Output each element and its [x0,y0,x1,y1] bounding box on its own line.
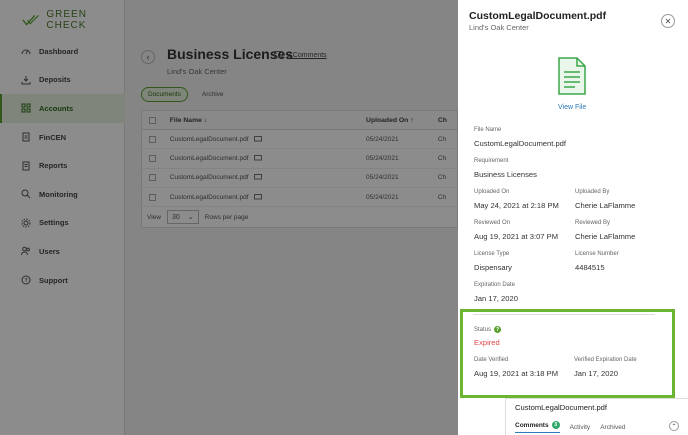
license-number-label: License Number [575,251,619,257]
file-name-value: CustomLegalDocument.pdf [474,139,567,148]
tab-comments[interactable]: Comments 3 [515,421,560,433]
close-icon: ✕ [664,16,672,26]
chevron-up-icon: ⌃ [671,423,677,430]
panel-title: CustomLegalDocument.pdf [469,10,607,22]
reviewed-on-label: Reviewed On [474,220,511,226]
panel-subtitle: Lind's Oak Center [469,23,529,32]
reviewed-on-value: Aug 19, 2021 at 3:07 PM [474,232,559,241]
modal-backdrop[interactable] [0,0,458,435]
subpanel-tabs: Comments 3 Activity Archived [515,421,625,433]
requirement-value: Business Licenses [474,170,537,179]
license-type-label: License Type [474,251,510,257]
expiration-date-label: Expiration Date [474,282,516,288]
highlight-box [460,309,675,398]
close-button[interactable]: ✕ [661,14,675,28]
document-icon[interactable] [555,56,587,96]
license-type-value: Dispensary [474,263,512,272]
tab-archived[interactable]: Archived [600,424,625,431]
comments-count-badge: 3 [551,421,560,429]
uploaded-on-label: Uploaded On [474,189,510,195]
tab-activity[interactable]: Activity [570,424,591,431]
expiration-date-value: Jan 17, 2020 [474,294,518,303]
tab-comments-label: Comments [515,421,549,429]
expand-button[interactable]: ⌃ [669,421,679,431]
uploaded-by-value: Cherie LaFlamme [575,201,636,210]
requirement-label: Requirement [474,158,509,164]
view-file-link[interactable]: View File [558,104,586,111]
uploaded-by-label: Uploaded By [575,189,610,195]
reviewed-by-label: Reviewed By [575,220,611,226]
comments-subpanel: CustomLegalDocument.pdf Comments 3 Activi… [505,398,688,435]
uploaded-on-value: May 24, 2021 at 2:18 PM [474,201,559,210]
license-number-value: 4484515 [575,263,605,272]
reviewed-by-value: Cherie LaFlamme [575,232,636,241]
file-name-label: File Name [474,127,502,133]
subpanel-title: CustomLegalDocument.pdf [515,403,608,412]
